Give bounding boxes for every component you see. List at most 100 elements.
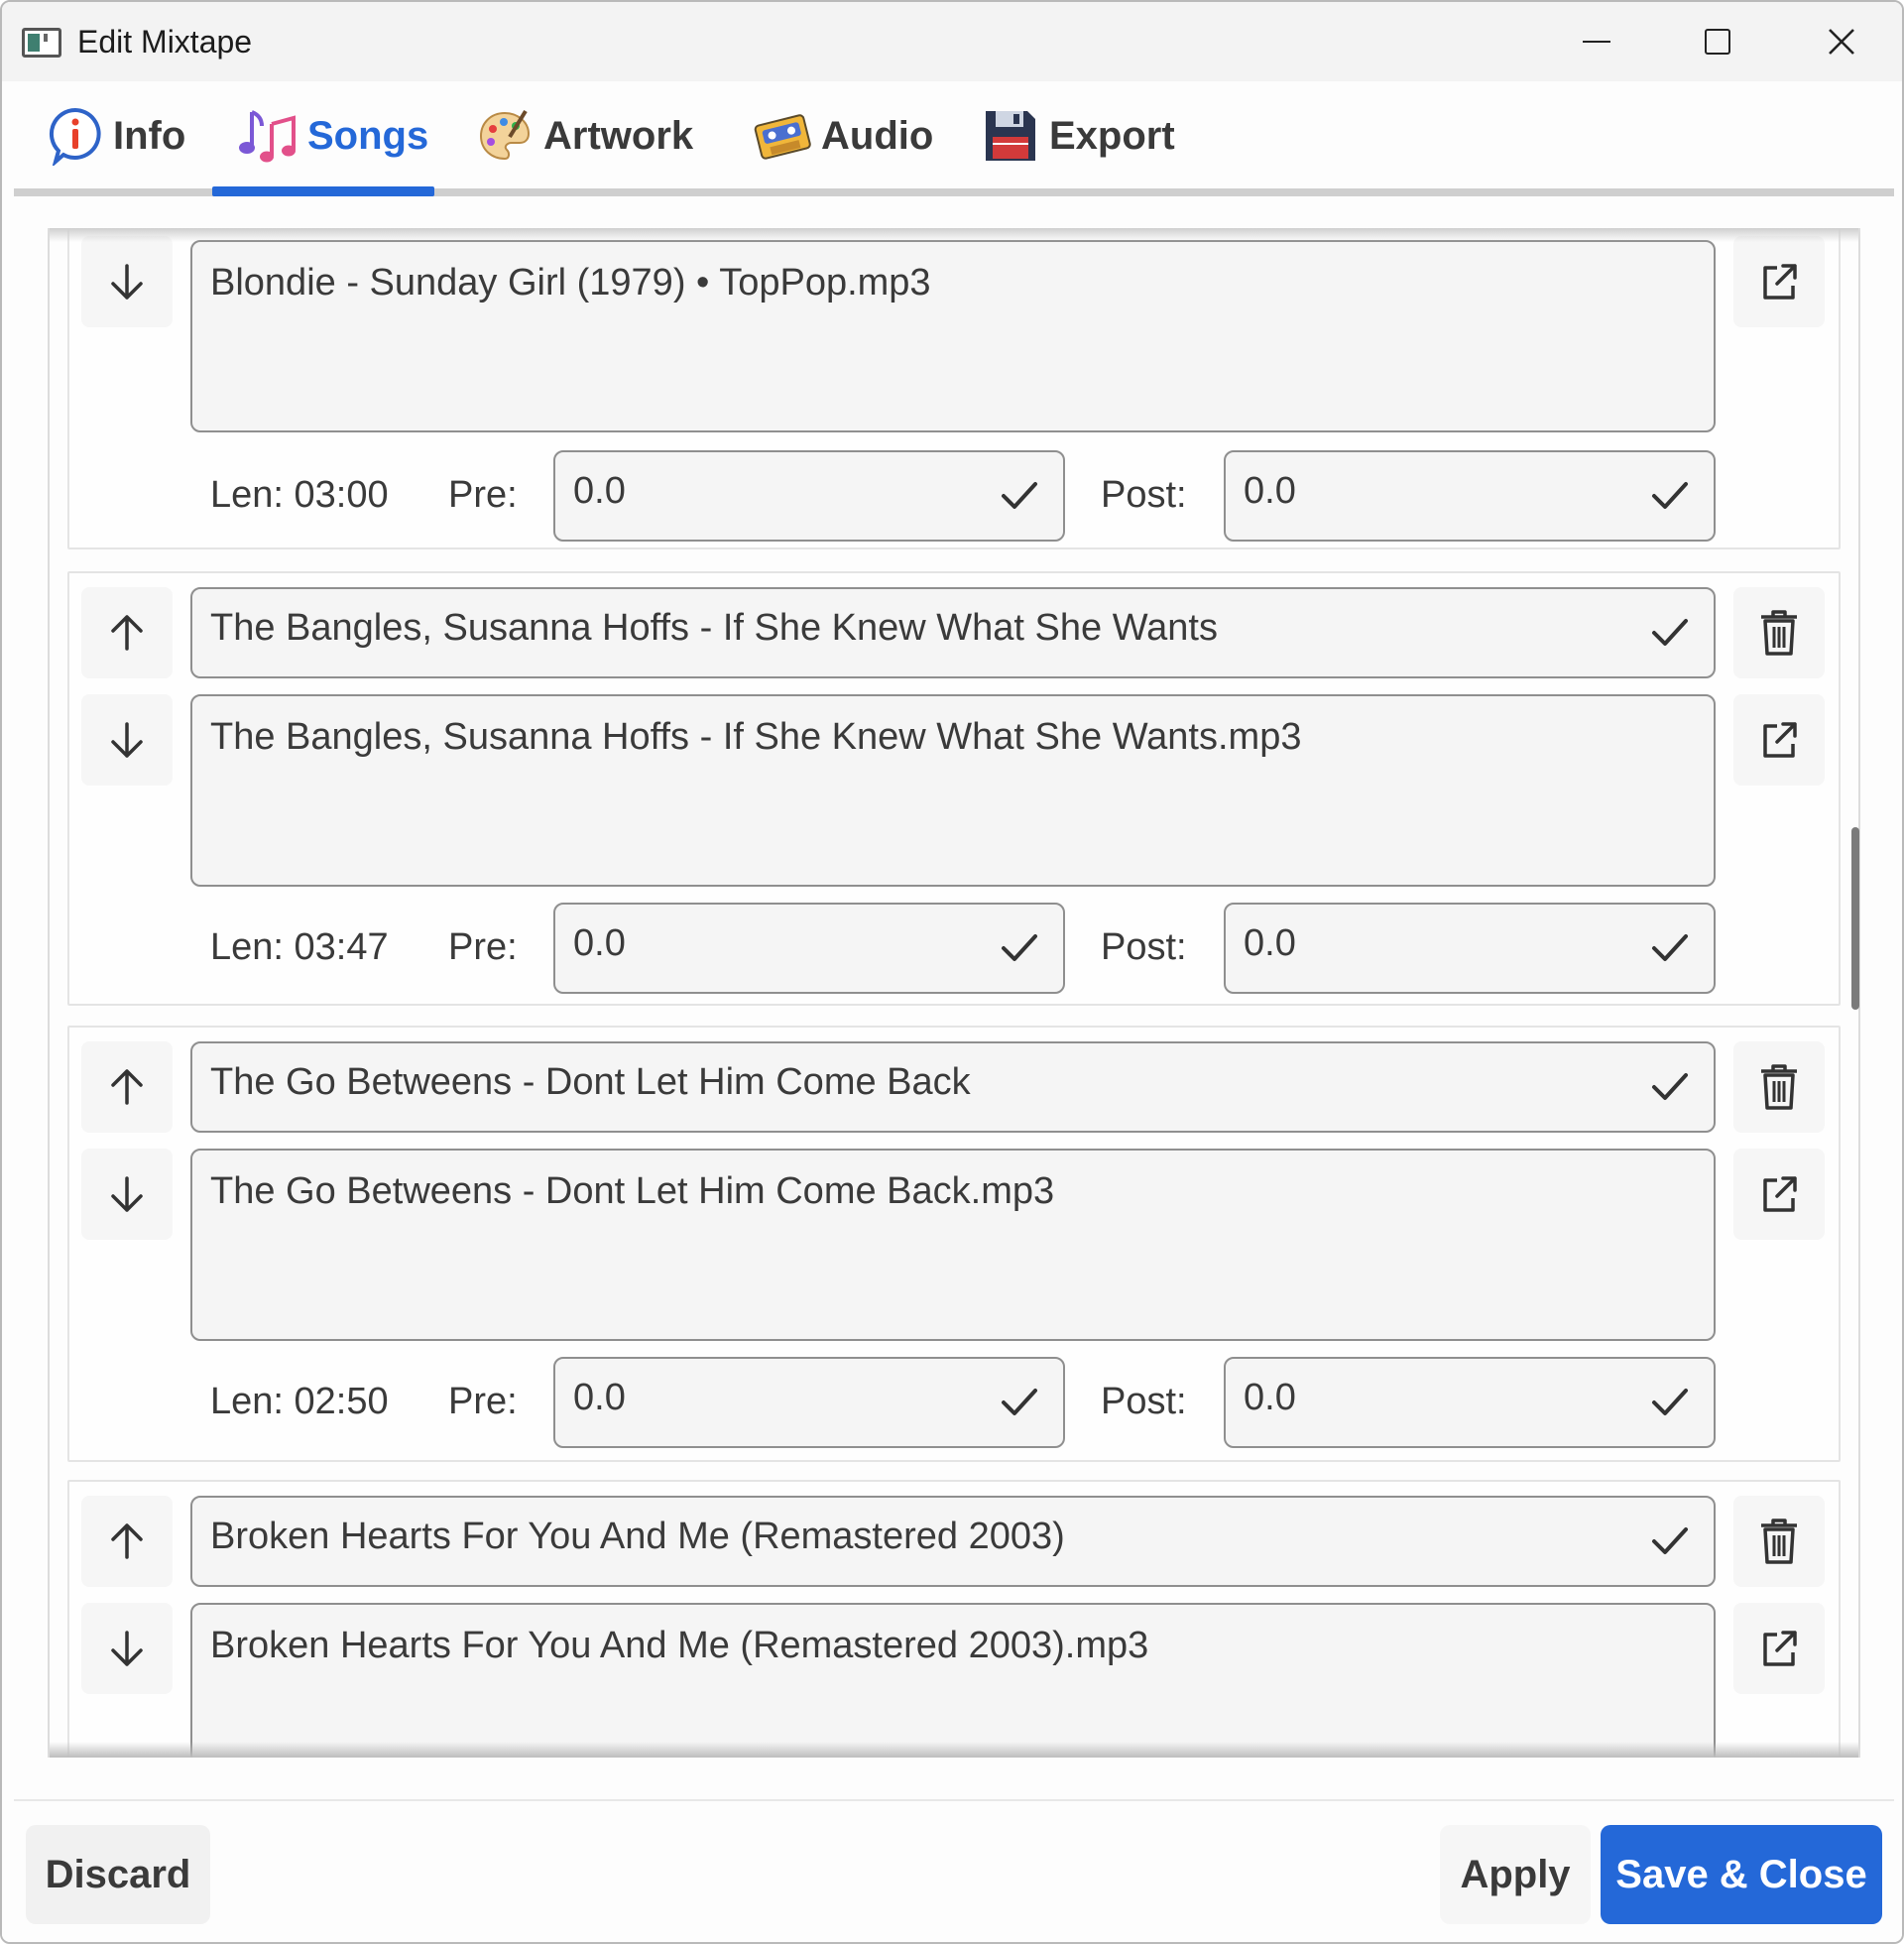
- scroll-shadow-top: [48, 228, 1860, 242]
- trash-icon: [1761, 1064, 1797, 1110]
- open-file-button[interactable]: [1733, 1149, 1825, 1240]
- pre-label: Pre:: [448, 1381, 518, 1422]
- scroll-border-left: [48, 228, 50, 1758]
- song-filename-field[interactable]: The Bangles, Susanna Hoffs - If She Knew…: [190, 694, 1716, 887]
- maximize-button[interactable]: [1658, 2, 1777, 81]
- song-title-input[interactable]: The Bangles, Susanna Hoffs - If She Knew…: [190, 587, 1716, 678]
- song-length: Len: 02:50: [210, 1381, 389, 1422]
- scrollbar-thumb[interactable]: [1851, 827, 1859, 1010]
- check-icon: [1002, 1389, 1037, 1415]
- pre-gap-input[interactable]: 0.0: [553, 1357, 1065, 1448]
- check-icon: [1002, 934, 1037, 961]
- song-length: Len: 03:47: [210, 926, 389, 968]
- arrow-up-icon: [111, 615, 143, 651]
- pre-gap-value: 0.0: [573, 922, 626, 964]
- pre-gap-input[interactable]: 0.0: [553, 450, 1065, 542]
- song-filename-field[interactable]: Blondie - Sunday Girl (1979) • TopPop.mp…: [190, 240, 1716, 432]
- pre-gap-value: 0.0: [573, 470, 626, 512]
- check-icon: [1652, 1073, 1688, 1100]
- post-label: Post:: [1101, 926, 1187, 968]
- post-gap-input[interactable]: 0.0: [1224, 450, 1716, 542]
- post-gap-input[interactable]: 0.0: [1224, 903, 1716, 994]
- external-link-icon: [1763, 1631, 1797, 1666]
- arrow-down-icon: [111, 722, 143, 758]
- song-filename-field[interactable]: The Go Betweens - Dont Let Him Come Back…: [190, 1149, 1716, 1341]
- open-file-button[interactable]: [1733, 236, 1825, 327]
- post-label: Post:: [1101, 474, 1187, 516]
- song-filename: The Bangles, Susanna Hoffs - If She Knew…: [210, 716, 1302, 758]
- tab-artwork[interactable]: Artwork: [462, 81, 707, 190]
- minimize-button[interactable]: [1537, 2, 1656, 81]
- song-card: Broken Hearts For You And Me (Remastered…: [67, 1480, 1841, 1795]
- post-label: Post:: [1101, 1381, 1187, 1422]
- delete-song-button[interactable]: [1733, 1496, 1825, 1587]
- arrow-down-icon: [111, 1176, 143, 1212]
- open-file-button[interactable]: [1733, 1603, 1825, 1694]
- post-gap-value: 0.0: [1244, 1377, 1296, 1418]
- external-link-icon: [1763, 722, 1797, 758]
- open-file-button[interactable]: [1733, 694, 1825, 786]
- move-up-button[interactable]: [81, 587, 173, 678]
- external-link-icon: [1763, 264, 1797, 300]
- floppy-disk-icon: [986, 111, 1035, 161]
- arrow-up-icon: [111, 1069, 143, 1105]
- check-icon: [1652, 934, 1688, 961]
- check-icon: [1652, 1527, 1688, 1554]
- check-icon: [1652, 1389, 1688, 1415]
- post-gap-value: 0.0: [1244, 922, 1296, 964]
- palette-icon: [479, 109, 531, 161]
- tab-label: Info: [113, 113, 186, 158]
- arrow-down-icon: [111, 1631, 143, 1666]
- tab-audio[interactable]: Audio: [740, 81, 947, 190]
- move-up-button[interactable]: [81, 1041, 173, 1133]
- scroll-top-gap: [2, 198, 1902, 228]
- post-gap-input[interactable]: 0.0: [1224, 1357, 1716, 1448]
- footer-divider: [14, 1799, 1894, 1801]
- move-down-button[interactable]: [81, 1149, 173, 1240]
- close-icon: [1829, 29, 1854, 55]
- song-title-input[interactable]: Broken Hearts For You And Me (Remastered…: [190, 1496, 1716, 1587]
- trash-icon: [1761, 610, 1797, 656]
- delete-song-button[interactable]: [1733, 587, 1825, 678]
- app-icon: [22, 28, 61, 58]
- song-card: The Go Betweens - Dont Let Him Come Back…: [67, 1026, 1841, 1462]
- move-up-button[interactable]: [81, 1496, 173, 1587]
- check-icon: [1652, 482, 1688, 509]
- tab-export[interactable]: Export: [968, 81, 1189, 190]
- tab-label: Artwork: [543, 113, 694, 158]
- check-icon: [1652, 619, 1688, 646]
- delete-song-button[interactable]: [1733, 1041, 1825, 1133]
- minimize-icon: [1583, 41, 1610, 43]
- song-title: The Bangles, Susanna Hoffs - If She Knew…: [210, 607, 1218, 649]
- close-button[interactable]: [1782, 2, 1901, 81]
- save-close-button[interactable]: Save & Close: [1601, 1825, 1882, 1924]
- arrow-up-icon: [111, 1523, 143, 1559]
- move-down-button[interactable]: [81, 694, 173, 786]
- pre-label: Pre:: [448, 926, 518, 968]
- tab-label: Export: [1049, 113, 1175, 158]
- tab-bar: Info Songs Artwork Audio Export: [14, 81, 1894, 198]
- maximize-icon: [1705, 29, 1730, 55]
- arrow-down-icon: [111, 264, 143, 300]
- song-filename: The Go Betweens - Dont Let Him Come Back…: [210, 1170, 1055, 1212]
- song-filename: Broken Hearts For You And Me (Remastered…: [210, 1625, 1149, 1666]
- song-filename: Blondie - Sunday Girl (1979) • TopPop.mp…: [210, 262, 931, 304]
- move-down-button[interactable]: [81, 1603, 173, 1694]
- song-length: Len: 03:00: [210, 474, 389, 516]
- apply-button[interactable]: Apply: [1440, 1825, 1591, 1924]
- pre-gap-input[interactable]: 0.0: [553, 903, 1065, 994]
- song-title-input[interactable]: The Go Betweens - Dont Let Him Come Back: [190, 1041, 1716, 1133]
- song-card: Blondie - Sunday Girl (1979) • TopPop.mp…: [67, 220, 1841, 549]
- tab-label: Songs: [307, 113, 429, 158]
- discard-button[interactable]: Discard: [26, 1825, 210, 1924]
- post-gap-value: 0.0: [1244, 470, 1296, 512]
- pre-gap-value: 0.0: [573, 1377, 626, 1418]
- move-down-button[interactable]: [81, 236, 173, 327]
- check-icon: [1002, 482, 1037, 509]
- tab-label: Audio: [821, 113, 934, 158]
- song-title: Broken Hearts For You And Me (Remastered…: [210, 1516, 1065, 1557]
- tab-songs[interactable]: Songs: [224, 81, 442, 190]
- window-title: Edit Mixtape: [77, 24, 253, 60]
- info-icon: [49, 107, 101, 166]
- tab-info[interactable]: Info: [34, 81, 199, 190]
